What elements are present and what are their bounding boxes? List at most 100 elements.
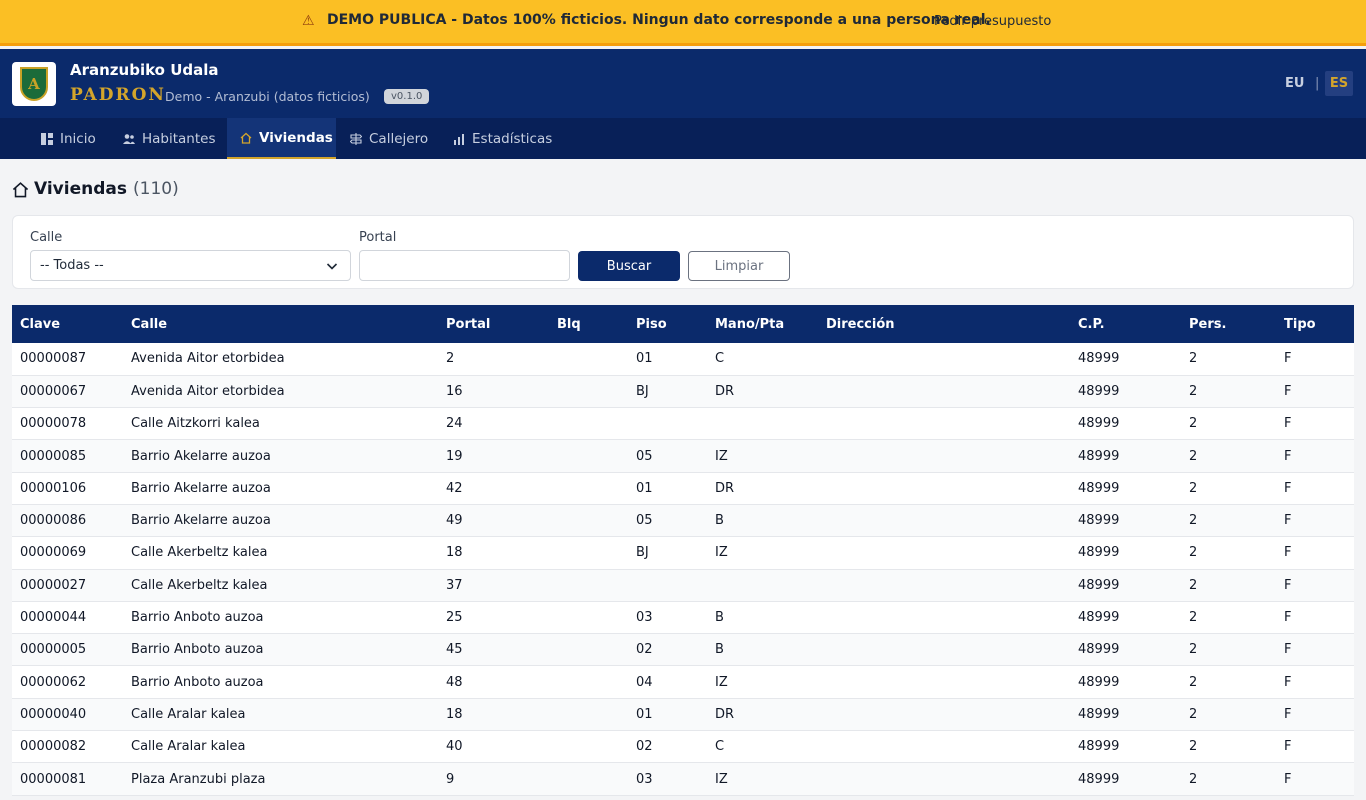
table-cell: IZ bbox=[707, 439, 818, 473]
table-cell bbox=[818, 633, 1070, 667]
nav-item-callejero[interactable]: Callejero bbox=[350, 118, 428, 159]
table-cell: F bbox=[1276, 375, 1354, 409]
table-row[interactable]: 00000086 Barrio Akelarre auzoa 49 05 B 48999 2… bbox=[12, 504, 1354, 538]
column-header[interactable]: Portal bbox=[438, 305, 549, 343]
table-cell: F bbox=[1276, 343, 1354, 376]
table-cell: Barrio Akelarre auzoa bbox=[123, 504, 438, 538]
table-cell: 2 bbox=[1181, 439, 1276, 473]
viviendas-table-container: Clave Calle Portal Blq Piso Mano/Pta Dirección… bbox=[12, 305, 1354, 796]
table-cell: 45 bbox=[438, 633, 549, 667]
table-cell: Avenida Aitor etorbidea bbox=[123, 343, 438, 376]
column-header[interactable]: Pers. bbox=[1181, 305, 1276, 343]
search-button[interactable]: Buscar bbox=[578, 251, 680, 281]
table-row[interactable]: 00000081 Plaza Aranzubi plaza 9 03 IZ 48999 2 F bbox=[12, 762, 1354, 796]
table-row[interactable]: 00000069 Calle Akerbeltz kalea 18 BJ IZ 48999… bbox=[12, 536, 1354, 570]
table-cell bbox=[818, 601, 1070, 635]
table-cell bbox=[549, 504, 628, 538]
table-cell: DR bbox=[707, 375, 818, 409]
table-cell: 00000005 bbox=[12, 633, 123, 667]
table-cell: F bbox=[1276, 439, 1354, 473]
table-cell: 00000081 bbox=[12, 762, 123, 796]
app-name: PADRON bbox=[70, 85, 166, 105]
table-cell: Barrio Anboto auzoa bbox=[123, 633, 438, 667]
calle-label: Calle bbox=[30, 230, 63, 245]
column-header[interactable]: Calle bbox=[123, 305, 438, 343]
table-cell: IZ bbox=[707, 665, 818, 699]
nav-item-viviendas[interactable]: Viviendas bbox=[227, 118, 336, 159]
nav-item-label: Habitantes bbox=[142, 130, 216, 147]
table-cell: 2 bbox=[1181, 665, 1276, 699]
table-cell: F bbox=[1276, 665, 1354, 699]
bar-chart-icon bbox=[454, 133, 464, 145]
table-cell: 00000082 bbox=[12, 730, 123, 764]
table-cell: IZ bbox=[707, 536, 818, 570]
table-cell bbox=[818, 730, 1070, 764]
table-cell: F bbox=[1276, 698, 1354, 732]
table-cell: 00000086 bbox=[12, 504, 123, 538]
column-header[interactable]: Piso bbox=[628, 305, 707, 343]
org-name: Aranzubiko Udala bbox=[70, 61, 219, 79]
table-cell: Barrio Akelarre auzoa bbox=[123, 472, 438, 505]
table-row[interactable]: 00000085 Barrio Akelarre auzoa 19 05 IZ 48999… bbox=[12, 439, 1354, 473]
table-cell: B bbox=[707, 633, 818, 667]
demo-banner-message: DEMO PUBLICA - Datos 100% ficticios. Nin… bbox=[327, 12, 991, 28]
table-cell: B bbox=[707, 601, 818, 635]
table-cell: 2 bbox=[1181, 569, 1276, 602]
request-quote-link[interactable]: Pedir presupuesto bbox=[934, 14, 1051, 29]
portal-input[interactable] bbox=[359, 250, 570, 281]
people-icon bbox=[123, 133, 135, 144]
table-cell: B bbox=[707, 504, 818, 538]
table-cell bbox=[549, 698, 628, 732]
calle-select[interactable]: -- Todas -- bbox=[30, 250, 351, 281]
nav-item-estadisticas[interactable]: Estadísticas bbox=[453, 118, 552, 159]
column-header[interactable]: Tipo bbox=[1276, 305, 1354, 343]
clear-button[interactable]: Limpiar bbox=[688, 251, 790, 281]
table-row[interactable]: 00000044 Barrio Anboto auzoa 25 03 B 48999 2 F bbox=[12, 601, 1354, 635]
table-row[interactable]: 00000087 Avenida Aitor etorbidea 2 01 C 48999… bbox=[12, 343, 1354, 376]
table-row[interactable]: 00000106 Barrio Akelarre auzoa 42 01 DR 48999… bbox=[12, 472, 1354, 505]
nav-item-label: Callejero bbox=[369, 130, 429, 147]
table-cell bbox=[549, 375, 628, 409]
lang-eu-button[interactable]: EU bbox=[1285, 76, 1304, 91]
table-cell bbox=[549, 633, 628, 667]
column-header[interactable]: C.P. bbox=[1070, 305, 1181, 343]
table-row[interactable]: 00000082 Calle Aralar kalea 40 02 C 48999 2 F bbox=[12, 730, 1354, 764]
column-header[interactable]: Blq bbox=[549, 305, 628, 343]
table-cell: 48999 bbox=[1070, 407, 1181, 441]
table-cell: 04 bbox=[628, 665, 707, 699]
table-cell bbox=[707, 569, 818, 602]
table-cell bbox=[818, 536, 1070, 570]
table-cell bbox=[707, 407, 818, 441]
nav-item-habitantes[interactable]: Habitantes bbox=[123, 118, 216, 159]
table-row[interactable]: 00000040 Calle Aralar kalea 18 01 DR 48999 2 F bbox=[12, 698, 1354, 732]
shield-icon: A bbox=[20, 67, 48, 101]
table-row[interactable]: 00000067 Avenida Aitor etorbidea 16 BJ DR 489… bbox=[12, 375, 1354, 409]
table-cell: 00000044 bbox=[12, 601, 123, 635]
table-cell bbox=[549, 762, 628, 796]
column-header[interactable]: Clave bbox=[12, 305, 123, 343]
page-title: Viviendas (110) bbox=[12, 179, 179, 199]
table-cell: Calle Aralar kalea bbox=[123, 730, 438, 764]
table-cell: 2 bbox=[1181, 472, 1276, 505]
column-header[interactable]: Dirección bbox=[818, 305, 1070, 343]
lang-es-button[interactable]: ES bbox=[1325, 71, 1353, 96]
municipality-logo[interactable]: A bbox=[12, 62, 56, 106]
table-row[interactable]: 00000078 Calle Aitzkorri kalea 24 48999 2 F bbox=[12, 407, 1354, 441]
table-cell: 2 bbox=[1181, 698, 1276, 732]
table-cell: F bbox=[1276, 762, 1354, 796]
table-cell bbox=[818, 504, 1070, 538]
table-cell: 40 bbox=[438, 730, 549, 764]
demo-banner: ⚠ DEMO PUBLICA - Datos 100% ficticios. N… bbox=[0, 0, 1366, 46]
table-row[interactable]: 00000027 Calle Akerbeltz kalea 37 48999 2 F bbox=[12, 569, 1354, 602]
nav-item-inicio[interactable]: Inicio bbox=[41, 118, 96, 159]
column-header[interactable]: Mano/Pta bbox=[707, 305, 818, 343]
table-cell: 01 bbox=[628, 698, 707, 732]
table-cell bbox=[818, 407, 1070, 441]
table-cell: 24 bbox=[438, 407, 549, 441]
table-row[interactable]: 00000005 Barrio Anboto auzoa 45 02 B 48999 2 F bbox=[12, 633, 1354, 667]
house-icon bbox=[240, 132, 252, 144]
table-cell: F bbox=[1276, 633, 1354, 667]
table-cell: 05 bbox=[628, 439, 707, 473]
table-row[interactable]: 00000062 Barrio Anboto auzoa 48 04 IZ 48999 2 F bbox=[12, 665, 1354, 699]
table-cell: 48999 bbox=[1070, 698, 1181, 732]
